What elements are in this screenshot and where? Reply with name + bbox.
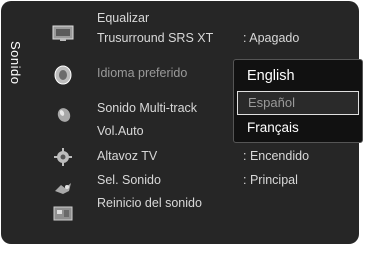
sound-icon[interactable] xyxy=(51,64,75,85)
setup-icon[interactable] xyxy=(51,147,75,167)
menu-item-value: : Encendido xyxy=(243,149,310,163)
menu-item-label: Idioma preferido xyxy=(97,66,188,80)
category-icon-column xyxy=(45,1,81,244)
menu-item-sel-sonido[interactable]: Sel. Sonido : Principal xyxy=(97,171,359,189)
channel-icon[interactable] xyxy=(51,104,75,124)
language-dropdown: English Español Français xyxy=(233,59,363,143)
menu-item-label: Reinicio del sonido xyxy=(97,196,202,210)
menu-item-value: : Principal xyxy=(243,173,298,187)
language-option-english[interactable]: English xyxy=(237,64,359,88)
screen: Sonido Equalizar Trusurround SRS XT: Ap… xyxy=(0,0,371,273)
language-option-espanol[interactable]: Español xyxy=(237,91,359,115)
menu-item-label: Sel. Sonido xyxy=(97,173,161,187)
menu-item-label: Trusurround SRS XT xyxy=(97,31,214,45)
picture-icon[interactable] xyxy=(51,23,75,43)
input-icon[interactable] xyxy=(51,179,75,199)
menu-item-trusurround[interactable]: Trusurround SRS XT : Apagado xyxy=(97,29,359,47)
language-option-francais[interactable]: Français xyxy=(237,116,359,140)
menu-item-label: Equalizar xyxy=(97,11,150,25)
menu-item-reinicio-del-sonido[interactable]: Reinicio del sonido xyxy=(97,194,359,212)
menu-item-label: Vol.Auto xyxy=(97,124,144,138)
menu-item-label: Sonido Multi-track xyxy=(97,101,198,115)
category-label: Sonido xyxy=(8,41,23,85)
application-icon[interactable] xyxy=(51,204,75,224)
menu-item-value: : Apagado xyxy=(243,31,300,45)
menu-item-equalizar[interactable]: Equalizar xyxy=(97,9,359,27)
menu-item-altavoz-tv[interactable]: Altavoz TV : Encendido xyxy=(97,147,359,165)
menu-item-label: Altavoz TV xyxy=(97,149,158,163)
